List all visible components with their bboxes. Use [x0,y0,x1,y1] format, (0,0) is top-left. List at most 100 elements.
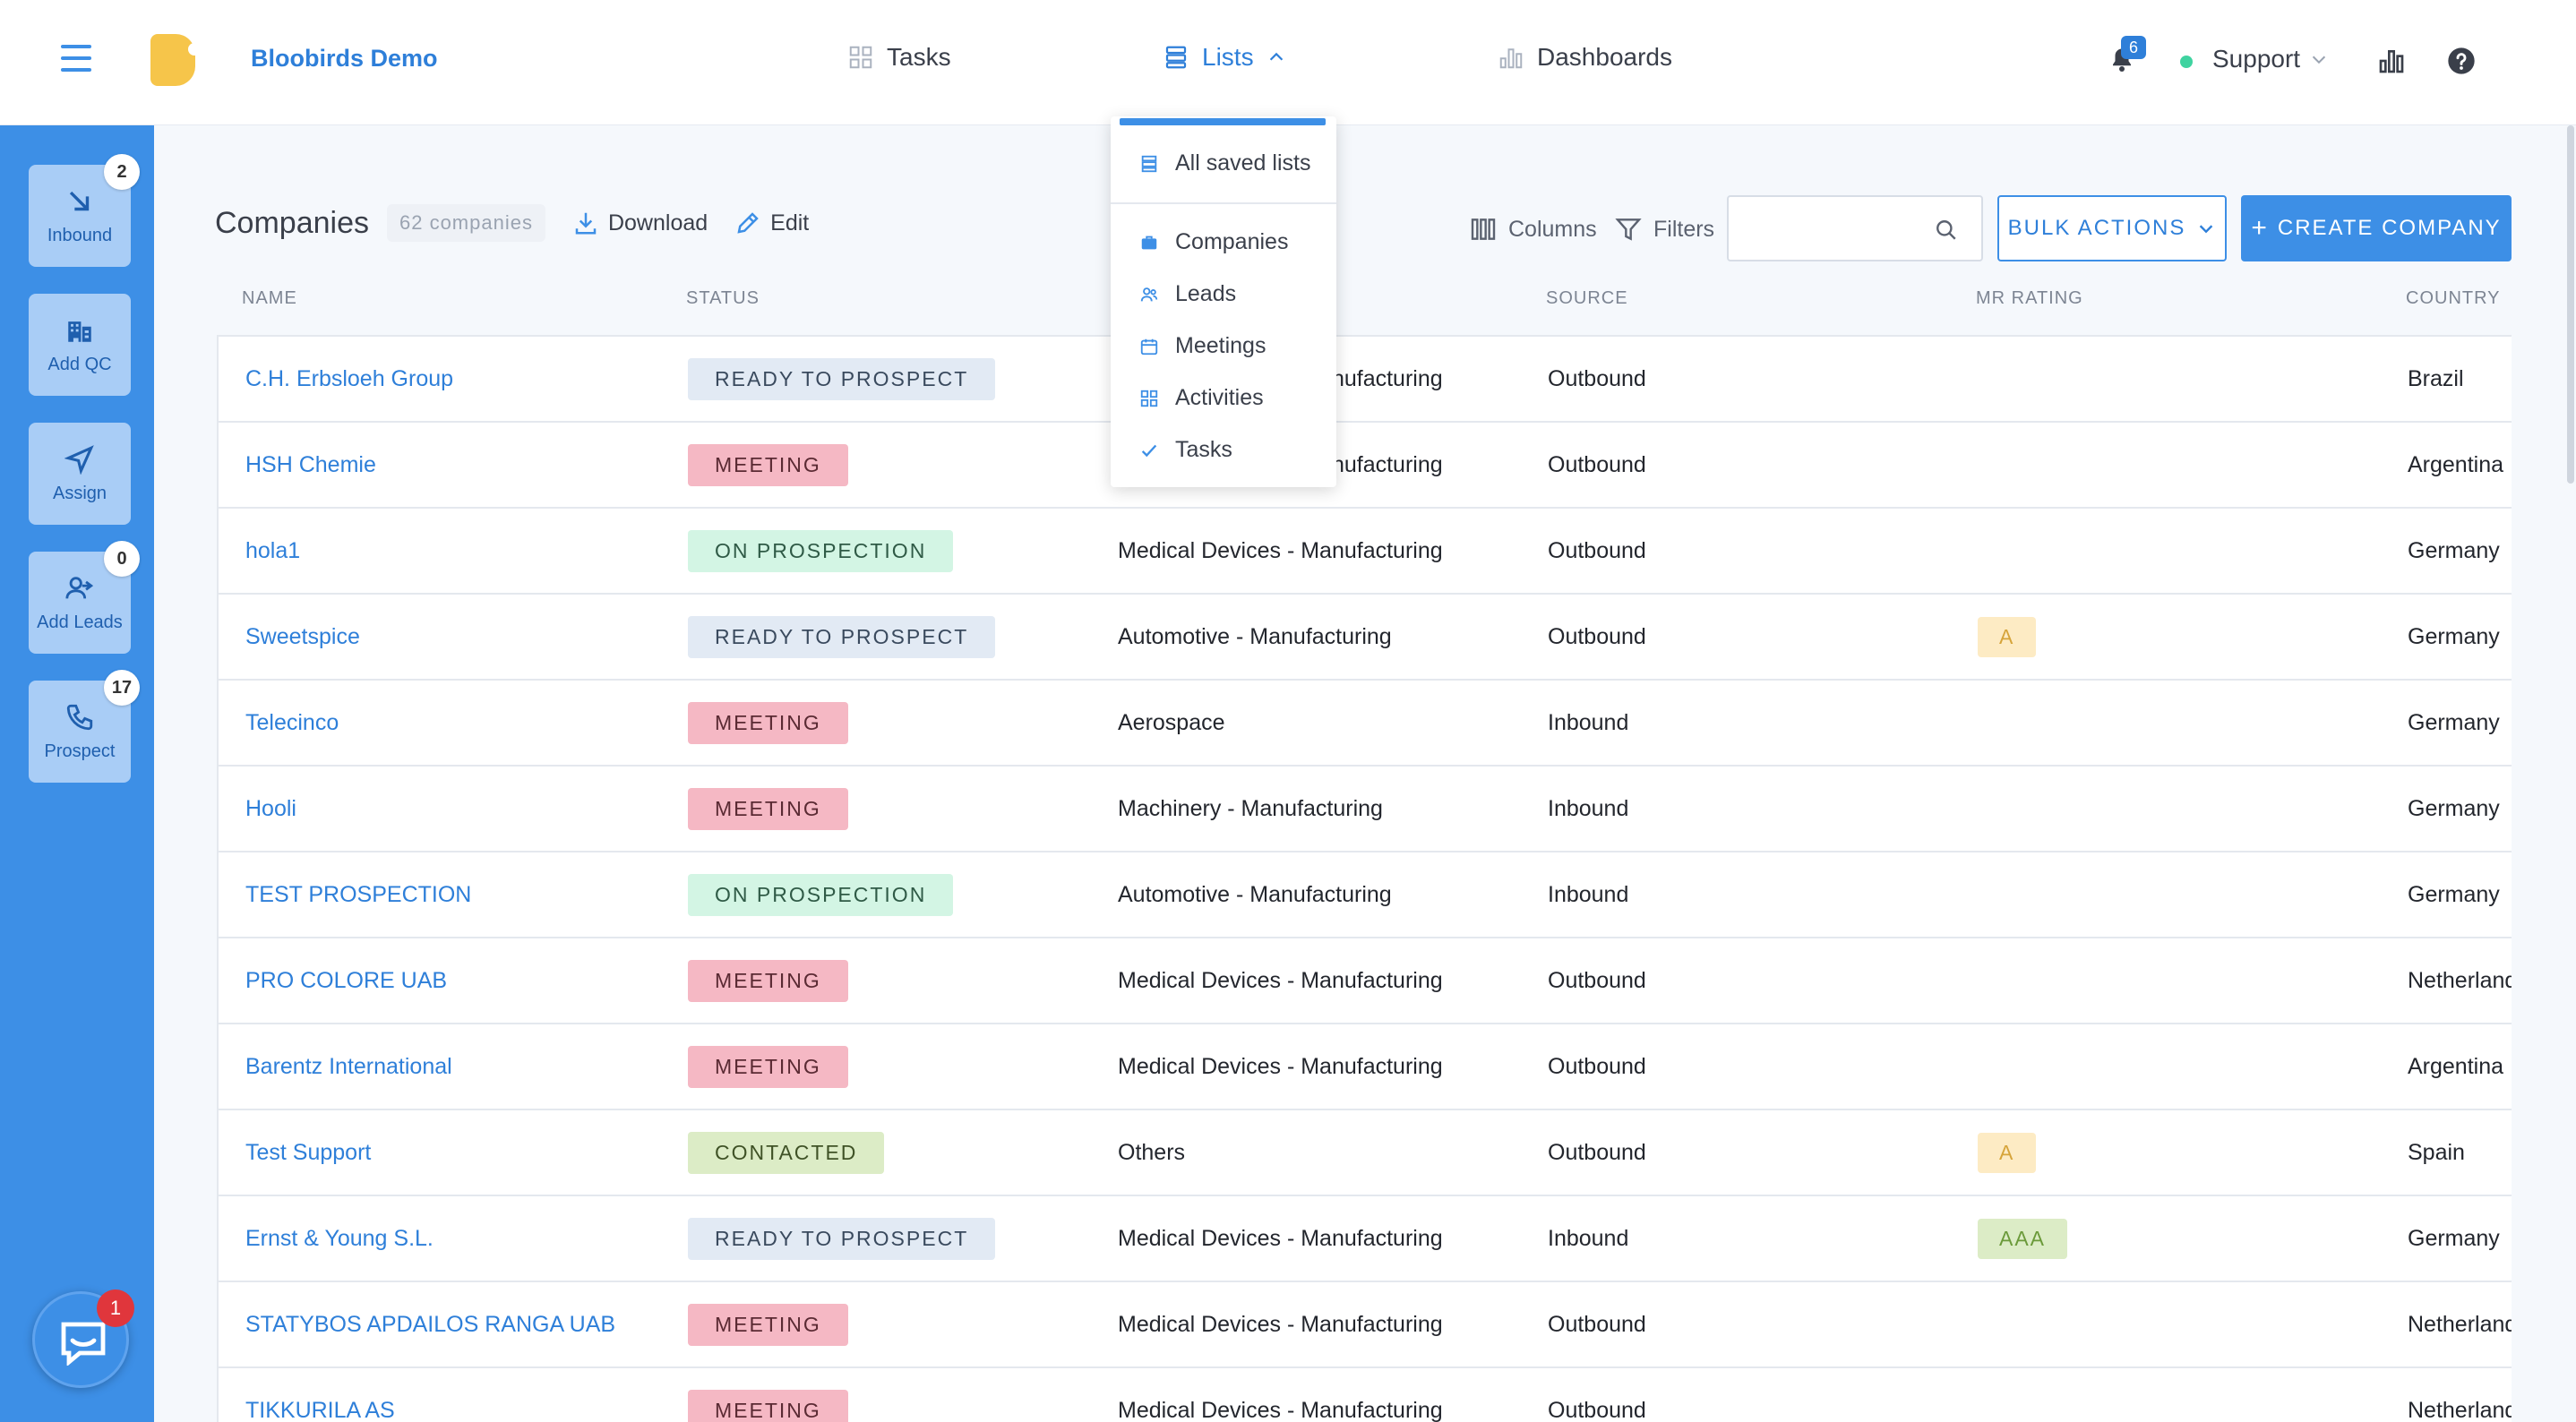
industry-cell: Medical Devices - Manufacturing [1118,1225,1443,1251]
briefcase-icon [1141,236,1157,249]
nav-dashboards[interactable]: Dashboards [1498,43,1672,72]
industry-cell: Automotive - Manufacturing [1118,881,1392,907]
account-name[interactable]: Bloobirds Demo [251,45,438,73]
source-cell: Outbound [1548,623,1646,649]
status-cell: READY TO PROSPECT [688,1196,996,1281]
company-name-link[interactable]: TEST PROSPECTION [245,852,471,937]
company-name-link[interactable]: C.H. Erbsloeh Group [245,337,453,421]
table-row[interactable]: TEST PROSPECTION ON PROSPECTION Automotive… [219,852,2512,938]
status-badge: MEETING [688,787,848,830]
company-name-link[interactable]: Test Support [245,1110,371,1195]
country-cell: Argentina [2408,451,2504,477]
table-row[interactable]: Barentz International MEETING Medical Devi… [219,1024,2512,1110]
company-name-link[interactable]: HSH Chemie [245,423,376,507]
country-cell: Argentina [2408,1053,2504,1079]
chat-unread-badge: 1 [97,1289,134,1327]
table-row[interactable]: hola1 ON PROSPECTION Medical Devices - Man… [219,509,2512,595]
table-row[interactable]: Hooli MEETING Machinery - Manufacturing Inb… [219,767,2512,852]
prospect-label: Prospect [44,741,116,761]
add-qc-button[interactable]: Add QC [29,294,131,396]
user-menu[interactable]: Support [2212,45,2329,73]
menu-item-all-saved-lists[interactable]: All saved lists [1139,150,1310,176]
table-row[interactable]: Ernst & Young S.L. READY TO PROSPECT Medic… [219,1196,2512,1282]
arrow-down-right-icon [69,191,90,210]
company-name-link[interactable]: Sweetspice [245,595,360,679]
columns-icon [1471,218,1496,240]
companies-table: NAME STATUS SOURCE MR RATING COUNTRY C.H… [217,269,2512,1422]
column-header-status[interactable]: STATUS [686,288,760,309]
status-badge: READY TO PROSPECT [688,1217,996,1260]
company-name-link[interactable]: Telecinco [245,681,339,765]
table-row[interactable]: Telecinco MEETING Aerospace Inbound Germany [219,681,2512,767]
status-cell: MEETING [688,1024,848,1109]
company-name-link[interactable]: Barentz International [245,1024,452,1109]
filters-button[interactable]: Filters [1614,197,1714,261]
company-name-link[interactable]: Ernst & Young S.L. [245,1196,434,1281]
country-cell: Germany [2408,537,2500,563]
menu-item-companies[interactable]: Companies [1139,229,1288,255]
create-company-button[interactable]: + CREATE COMPANY [2241,195,2512,261]
inbound-button[interactable]: Inbound 2 [29,154,140,267]
company-name-link[interactable]: Hooli [245,767,296,851]
prospect-button[interactable]: Prospect 17 [29,670,140,783]
table-row[interactable]: PRO COLORE UAB MEETING Medical Devices - M… [219,938,2512,1024]
assign-button[interactable]: Assign [29,423,131,525]
company-name-link[interactable]: hola1 [245,509,300,593]
status-cell: READY TO PROSPECT [688,595,996,679]
search-field[interactable] [1727,195,1983,261]
column-header-country[interactable]: COUNTRY [2406,288,2501,309]
page-title: Companies [215,205,369,240]
table-row[interactable]: HSH ChemieMEETINGMedical Devices - Manuf… [219,423,2512,509]
source-cell: Inbound [1548,881,1629,907]
statistics-icon[interactable] [2377,47,2406,75]
menu-item-activities[interactable]: Activities [1139,385,1264,411]
status-badge: MEETING [688,1045,848,1088]
nav-tasks[interactable]: Tasks [847,43,951,72]
rating-badge: AAA [1978,1218,2068,1259]
company-name-link[interactable]: STATYBOS APDAILOS RANGA UAB [245,1282,615,1366]
company-name-link[interactable]: TIKKURILA AS [245,1368,395,1422]
hamburger-menu-icon[interactable] [61,45,91,72]
prospect-count-badge: 17 [104,670,140,706]
column-header-source[interactable]: SOURCE [1546,288,1628,309]
menu-item-leads[interactable]: Leads [1139,281,1236,307]
search-icon[interactable] [1935,218,1958,242]
table-row[interactable]: C.H. Erbsloeh GroupREADY TO PROSPECTMedi… [219,337,2512,423]
download-button[interactable]: Download [572,210,708,236]
status-cell: MEETING [688,1368,848,1422]
status-badge: READY TO PROSPECT [688,357,996,400]
edit-button[interactable]: Edit [734,210,809,236]
bloobirds-logo[interactable] [150,34,201,86]
table-row[interactable]: Sweetspice READY TO PROSPECT Automotive - … [219,595,2512,681]
company-name-link[interactable]: PRO COLORE UAB [245,938,447,1023]
column-header-name[interactable]: NAME [242,288,297,309]
column-header-mr-rating[interactable]: MR RATING [1976,288,2083,309]
help-icon[interactable] [2447,47,2476,75]
check-icon [1141,444,1157,457]
industry-cell: Medical Devices - Manufacturing [1118,1053,1443,1079]
country-cell: Spain [2408,1139,2465,1165]
pencil-icon [737,212,759,234]
table-row[interactable]: STATYBOS APDAILOS RANGA UAB MEETING Medica… [219,1282,2512,1368]
user-name: Support [2212,45,2301,73]
menu-item-meetings[interactable]: Meetings [1139,333,1266,359]
grid-icon [849,46,872,69]
page-scrollbar[interactable] [2567,125,2574,484]
table-row[interactable]: TIKKURILA AS MEETING Medical Devices - Man… [219,1368,2512,1422]
nav-lists[interactable]: Lists [1163,43,1286,72]
add-leads-button[interactable]: Add Leads 0 [29,541,140,654]
table-header: NAME STATUS SOURCE MR RATING COUNTRY [217,269,2512,335]
menu-item-label: Leads [1175,281,1237,306]
bulk-actions-button[interactable]: BULK ACTIONS [1997,195,2227,261]
table-row[interactable]: Test Support CONTACTED Others Outbound A Spai… [219,1110,2512,1196]
search-input[interactable] [1739,208,1919,249]
columns-button[interactable]: Columns [1469,197,1597,261]
bulk-actions-label: BULK ACTIONS [2007,216,2186,240]
user-arrow-icon [65,576,94,598]
page-header: Companies 62 companies Download Edit [215,204,809,242]
source-cell: Outbound [1548,1311,1646,1337]
industry-cell: Aerospace [1118,709,1225,735]
menu-item-tasks[interactable]: Tasks [1139,437,1232,463]
industry-cell: Medical Devices - Manufacturing [1118,1397,1443,1422]
industry-cell: Automotive - Manufacturing [1118,623,1392,649]
